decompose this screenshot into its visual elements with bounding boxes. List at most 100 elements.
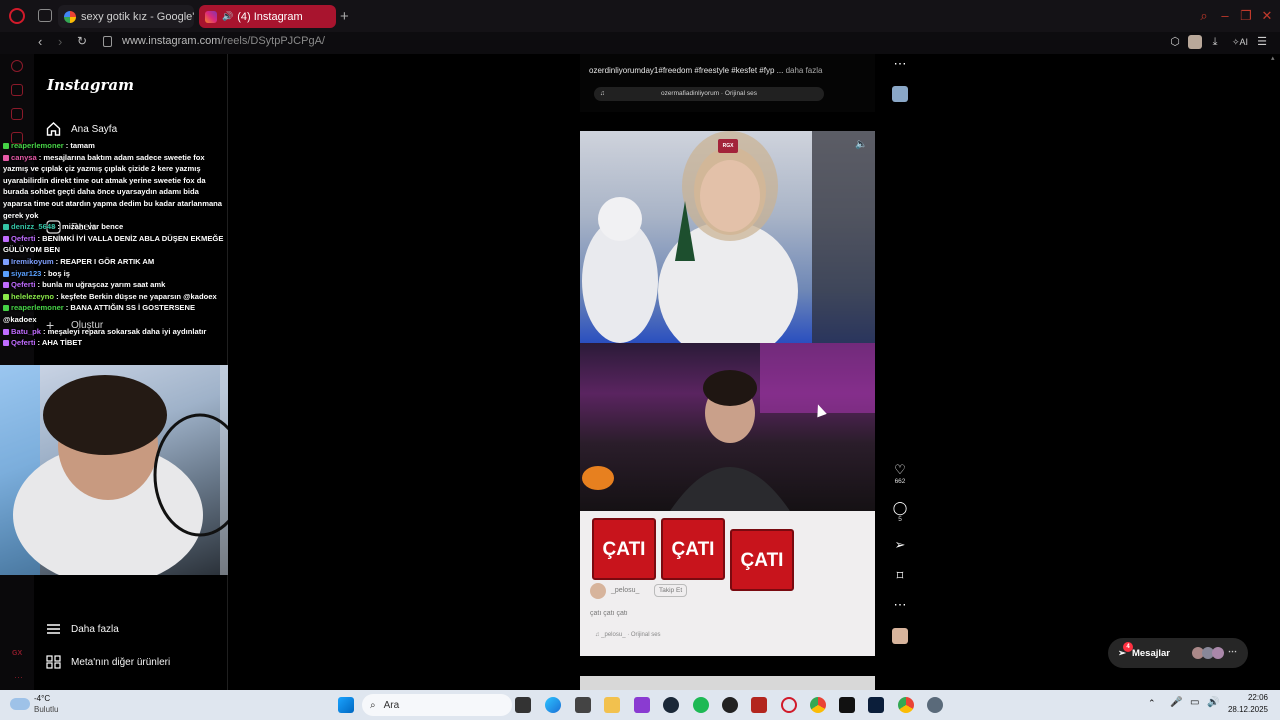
meta-grid-icon <box>46 655 61 669</box>
app-icon[interactable] <box>751 697 767 713</box>
reel-previous[interactable]: ozerdinliyorumday1#freedom #freestyle #k… <box>580 54 875 112</box>
taskbar-search[interactable]: ⌕ Ara <box>362 694 512 716</box>
maximize-icon[interactable]: ❐ <box>1239 9 1253 23</box>
search-tabs-icon[interactable]: ⌕ <box>1197 9 1211 23</box>
video-frame-middle <box>582 343 875 511</box>
minimize-icon[interactable]: – <box>1218 9 1232 23</box>
reload-icon[interactable]: ↻ <box>77 34 87 48</box>
microphone-icon[interactable]: 🎤 <box>1170 697 1182 708</box>
bookmark-icon: ⌑ <box>896 568 904 583</box>
nav-more[interactable]: Daha fazla <box>46 622 119 636</box>
extensions-icon[interactable]: ⬡ <box>1168 35 1182 49</box>
opera-logo-icon[interactable] <box>9 8 25 24</box>
nav-meta-products[interactable]: Meta'nın diğer ürünleri <box>46 655 170 669</box>
chrome-icon[interactable] <box>810 697 826 713</box>
comment-button[interactable]: ◯ 5 <box>892 501 908 524</box>
shopping-icon[interactable] <box>11 84 23 96</box>
reel-options-icon[interactable]: ⋯ <box>892 57 908 71</box>
author-avatar[interactable] <box>590 583 606 599</box>
file-explorer-icon[interactable] <box>604 697 620 713</box>
app-icon[interactable] <box>634 697 650 713</box>
profile-avatar[interactable] <box>1188 35 1202 49</box>
audio-thumbnail[interactable] <box>892 628 908 644</box>
close-icon[interactable]: ✕ <box>1260 9 1274 23</box>
chat-username: helelezeyno <box>11 291 55 301</box>
more-link[interactable]: daha fazla <box>786 66 823 75</box>
spotify-icon[interactable] <box>693 697 709 713</box>
save-button[interactable]: ⌑ <box>892 569 908 583</box>
tab-label: sexy gotik kız - Google'da <box>81 10 194 23</box>
lock-icon[interactable] <box>103 36 112 47</box>
audio-thumbnail[interactable] <box>892 86 908 102</box>
menu-icon[interactable]: ☰ <box>1255 35 1269 49</box>
cati-tile: ÇATI <box>730 529 794 591</box>
clock-time[interactable]: 22:06 <box>1228 693 1268 702</box>
monitor-icon[interactable]: ▭ <box>1190 697 1199 708</box>
app-icon[interactable] <box>575 697 591 713</box>
app-icon[interactable] <box>722 697 738 713</box>
author-name[interactable]: _pelosu_ <box>611 587 639 594</box>
chat-message: Qeferti: AHA TİBET <box>0 337 228 349</box>
audio-pill[interactable]: ♫ ozermafiadinliyorum · Orijinal ses <box>594 87 824 101</box>
chat-text: : tamam <box>65 141 95 150</box>
chat-badge-icon <box>3 270 9 277</box>
ai-button[interactable]: ✧AI <box>1228 35 1252 49</box>
chat-text: : BENİMKİ İYİ VALLA DENİZ ABLA DÜŞEN EKM… <box>3 233 224 255</box>
messages-button[interactable]: ➢ 4 Mesajlar ⋯ <box>1108 638 1248 668</box>
chat-message: reaperlemoner: BANA ATTIĞIN SS İ GOSTERS… <box>0 302 228 325</box>
forward-icon[interactable]: › <box>58 34 62 49</box>
opera-gx-icon[interactable] <box>781 697 797 713</box>
comment-icon: ◯ <box>892 500 908 515</box>
tab-workspaces-icon[interactable] <box>38 9 52 22</box>
scroll-up-arrow[interactable]: ▴ <box>1271 54 1277 68</box>
reel-current[interactable]: RGX 🔈 ÇATI ÇATI ÇATI _pelosu_ Takip Et ç… <box>580 131 875 656</box>
edge-icon[interactable] <box>545 697 561 713</box>
chat-username: Qeferti <box>11 280 36 290</box>
chat-message: Qeferti: BENİMKİ İYİ VALLA DENİZ ABLA DÜ… <box>0 233 228 256</box>
share-button[interactable]: ➢ <box>892 538 908 552</box>
url-field[interactable]: www.instagram.com/reels/DSytpPJCPgA/ <box>122 35 325 47</box>
speaker-icon[interactable]: 🔊 <box>222 11 233 22</box>
cati-tile: ÇATI <box>661 518 725 580</box>
chat-text: : keşfete Berkin düşse ne yaparsın @kado… <box>56 291 217 301</box>
cloud-icon[interactable] <box>10 698 30 710</box>
clock-date[interactable]: 28.12.2025 <box>1218 705 1268 714</box>
instagram-logo[interactable]: Instagram <box>47 76 134 94</box>
mute-icon[interactable]: 🔈 <box>855 139 867 150</box>
chat-username: Qeferti <box>11 338 36 348</box>
app-icon[interactable] <box>839 697 855 713</box>
weather-desc[interactable]: Bulutlu <box>34 705 58 714</box>
chrome-icon[interactable] <box>898 697 914 713</box>
aria-icon[interactable] <box>11 60 23 72</box>
audio-label[interactable]: ♫ _pelosu_ · Orijinal ses <box>595 632 661 638</box>
address-bar: ‹ › ↻ www.instagram.com/reels/DSytpPJCPg… <box>0 32 1280 54</box>
more-options-icon[interactable]: ⋯ <box>892 598 908 612</box>
task-view-icon[interactable] <box>515 697 531 713</box>
nav-home[interactable]: Ana Sayfa <box>46 122 117 136</box>
settings-icon[interactable] <box>927 697 943 713</box>
tab-google-search[interactable]: sexy gotik kız - Google'da <box>58 5 194 28</box>
steam-icon[interactable] <box>663 697 679 713</box>
chat-badge-icon <box>3 154 9 161</box>
stream-chat-overlay: reaperlemoner: tamam canysa: mesajlarına … <box>0 140 228 364</box>
download-icon[interactable]: ⤓ <box>1208 35 1222 49</box>
reel-next[interactable] <box>580 676 875 690</box>
reel-video-middle <box>580 343 875 511</box>
like-button[interactable]: ♡ 662 <box>892 463 908 486</box>
tab-instagram[interactable]: 🔊 (4) Instagram <box>199 5 336 28</box>
chevron-up-icon[interactable]: ⌃ <box>1148 698 1156 709</box>
new-tab-icon[interactable]: + <box>340 8 349 25</box>
follow-button[interactable]: Takip Et <box>654 584 688 597</box>
weather-temp[interactable]: -4°C <box>34 694 50 703</box>
photoshop-icon[interactable] <box>868 697 884 713</box>
start-icon[interactable] <box>338 697 354 713</box>
chat-username: siyar123 <box>11 268 42 278</box>
chat-badge-icon <box>3 258 9 265</box>
windows-taskbar: -4°C Bulutlu ⌕ Ara ⌃ 🎤 ▭ 🔊 22:06 28.12.2… <box>0 690 1280 720</box>
ai-sparkle-icon: ✧ <box>1231 37 1240 47</box>
chat-text: : bunla mı uğraşcaz yarım saat amk <box>37 280 166 290</box>
back-icon[interactable]: ‹ <box>38 34 42 49</box>
instagram-sidebar-icon[interactable] <box>11 108 23 120</box>
more-dots-icon[interactable]: ··· <box>14 672 23 682</box>
gx-icon[interactable]: GX <box>12 650 22 657</box>
